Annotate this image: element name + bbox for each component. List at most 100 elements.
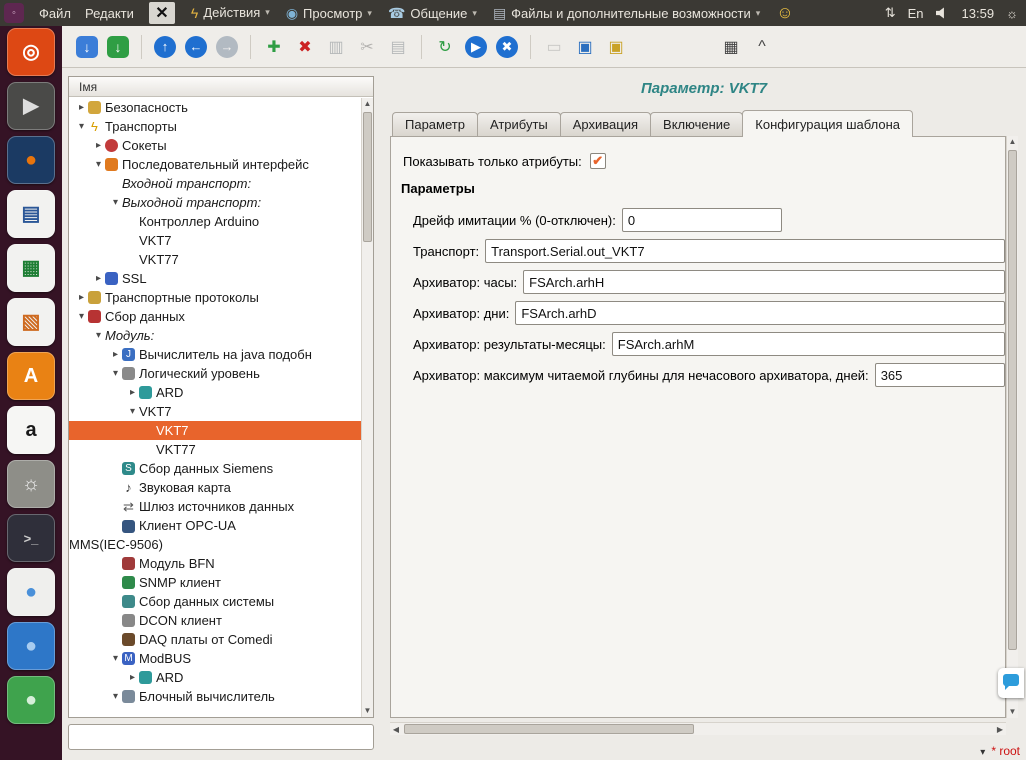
launcher-amazon[interactable]: a [7,406,55,454]
launcher-firefox[interactable]: ● [7,136,55,184]
expander-icon[interactable]: ▾ [109,691,122,702]
go-back-button[interactable]: ← [185,36,207,58]
expander-icon[interactable]: ▸ [126,387,139,398]
modules-button[interactable]: ▣ [603,34,629,60]
tab-3[interactable]: Включение [650,112,743,136]
stop-button[interactable]: ✖ [496,36,518,58]
menu-edit[interactable]: Редакти [78,6,141,21]
tree-item-5[interactable]: ▾Выходной транспорт: [69,193,361,212]
expander-icon[interactable]: ▾ [92,330,105,341]
launcher-libreoffice-impress[interactable]: ▧ [7,298,55,346]
launcher-libreoffice-calc[interactable]: ▦ [7,244,55,292]
tree-filter-input[interactable] [68,724,374,750]
tab-2[interactable]: Архивация [560,112,651,136]
tree-item-4[interactable]: Входной транспорт: [69,174,361,193]
start-button[interactable]: ▶ [465,36,487,58]
archiver-depth-input[interactable] [875,363,1005,387]
tree-item-15[interactable]: ▸ARD [69,383,361,402]
expander-icon[interactable]: ▸ [75,292,88,303]
tree-item-11[interactable]: ▾Сбор данных [69,307,361,326]
expander-icon[interactable]: ▸ [92,273,105,284]
scroll-up-icon[interactable]: ▲ [1007,136,1018,148]
tree-item-28[interactable]: ▾MModBUS [69,649,361,668]
tree-item-8[interactable]: VKT77 [69,250,361,269]
tree-item-30[interactable]: ▾Блочный вычислитель [69,687,361,706]
expander-icon[interactable]: ▾ [109,653,122,664]
tree-scrollbar[interactable]: ▲ ▼ [361,98,373,717]
tree-item-7[interactable]: VKT7 [69,231,361,250]
tree-item-21[interactable]: ⇄Шлюз источников данных [69,497,361,516]
load-from-db-button[interactable]: ↓ [76,36,98,58]
save-to-db-button[interactable]: ↓ [107,36,129,58]
archiver-hours-input[interactable] [523,270,1005,294]
tree-item-16[interactable]: ▾VKT7 [69,402,361,421]
tree-item-3[interactable]: ▾Последовательный интерфейс [69,155,361,174]
window-close-icon[interactable]: ✕ [149,2,175,24]
menu-file[interactable]: Файл [32,6,78,21]
menu-actions[interactable]: ϟДействия▾ [191,5,270,21]
tab-0[interactable]: Параметр [392,112,478,136]
show-only-attrs-checkbox[interactable]: ✔ [590,153,606,169]
menu-files[interactable]: ▤Файлы и дополнительные возможности▾ [493,5,760,22]
launcher-ubuntu-dash[interactable]: ◎ [7,28,55,76]
scroll-down-icon[interactable]: ▼ [1007,706,1018,718]
status-caret-icon[interactable]: ▾ [980,747,985,758]
text-entry-indicator[interactable]: ⇅ [885,5,896,21]
transport-input[interactable] [485,239,1005,263]
launcher-green-app[interactable]: ● [7,676,55,724]
tree-item-25[interactable]: Сбор данных системы [69,592,361,611]
delete-item-button[interactable]: ✖ [292,34,318,60]
tree-item-1[interactable]: ▾ϟТранспорты [69,117,361,136]
panel-hscrollbar-thumb[interactable] [404,724,694,734]
tree-item-19[interactable]: SСбор данных Siemens [69,459,361,478]
tree-item-12[interactable]: ▾Модуль: [69,326,361,345]
go-forward-button[interactable]: → [216,36,238,58]
launcher-system-settings[interactable]: ☼ [7,460,55,508]
expander-icon[interactable]: ▸ [109,349,122,360]
go-up-button[interactable]: ↑ [154,36,176,58]
refresh-button[interactable]: ↻ [432,34,458,60]
tab-1[interactable]: Атрибуты [477,112,561,136]
launcher-libreoffice-writer[interactable]: ▤ [7,190,55,238]
tree-item-9[interactable]: ▸SSL [69,269,361,288]
paste-item-button[interactable]: ▤ [385,34,411,60]
tree-item-18[interactable]: VKT77 [69,440,361,459]
tree-column-header[interactable]: Імя [69,77,373,97]
session-gear-icon[interactable]: ☼ [1006,6,1018,21]
launcher-blue-app[interactable]: ● [7,622,55,670]
expander-icon[interactable]: ▾ [109,197,122,208]
launcher-media-player[interactable]: ▶ [7,82,55,130]
tree-item-0[interactable]: ▸Безопасность [69,98,361,117]
tree-item-20[interactable]: ♪Звуковая карта [69,478,361,497]
expander-icon[interactable]: ▸ [75,102,88,113]
tree-item-10[interactable]: ▸Транспортные протоколы [69,288,361,307]
panel-hscrollbar[interactable]: ◀ ▶ [390,722,1006,735]
table-mode-button[interactable]: ▦ [718,34,744,60]
tab-4[interactable]: Конфигурация шаблона [742,110,913,137]
expander-icon[interactable]: ▾ [75,311,88,322]
expander-icon[interactable]: ▾ [126,406,139,417]
tree-item-26[interactable]: DCON клиент [69,611,361,630]
scroll-up-icon[interactable]: ▲ [362,98,373,110]
collapse-toolbar-button[interactable]: ^ [749,34,775,60]
menu-communication[interactable]: ☎Общение▾ [388,5,477,22]
scroll-right-icon[interactable]: ▶ [994,723,1006,736]
tree-item-24[interactable]: SNMP клиент [69,573,361,592]
dash-home-button[interactable]: ◦ [4,3,24,23]
tree-item-27[interactable]: DAQ платы от Comedi [69,630,361,649]
tree-item-2[interactable]: ▸Сокеты [69,136,361,155]
expander-icon[interactable]: ▾ [92,159,105,170]
tree-item-22[interactable]: Клиент OPC-UA MMS(IEC-9506) [69,516,361,554]
panel-scrollbar-thumb[interactable] [1008,150,1017,650]
expander-icon[interactable]: ▸ [92,140,105,151]
copy-item-button[interactable]: ▥ [323,34,349,60]
expander-icon[interactable]: ▾ [75,121,88,132]
tree-item-6[interactable]: Контроллер Arduino [69,212,361,231]
tree-item-14[interactable]: ▾Логический уровень [69,364,361,383]
launcher-software-center[interactable]: A [7,352,55,400]
launcher-terminal[interactable]: >_ [7,514,55,562]
keyboard-layout-indicator[interactable]: En [908,6,924,21]
clock[interactable]: 13:59 [962,6,995,21]
connect-remote-button[interactable]: ▣ [572,34,598,60]
launcher-chromium[interactable]: ● [7,568,55,616]
